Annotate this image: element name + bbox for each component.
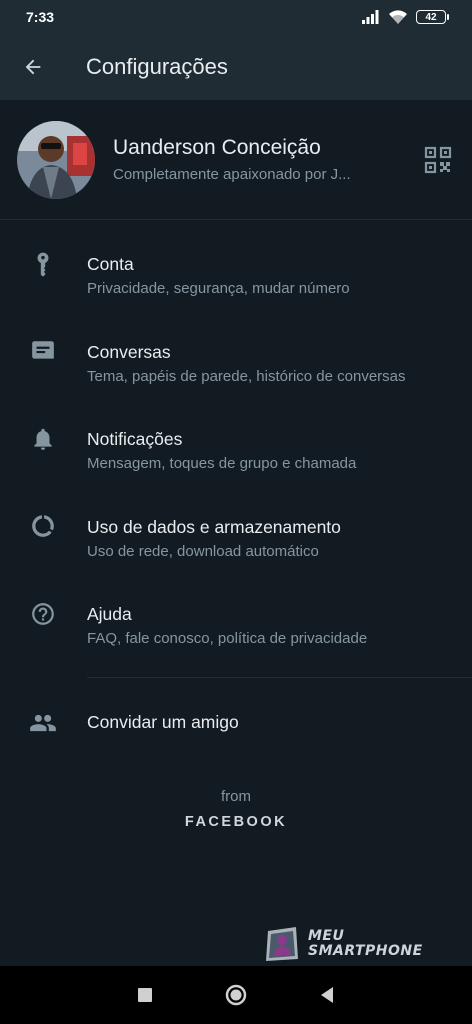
- battery-level: 42: [425, 11, 437, 23]
- page-title: Configurações: [86, 54, 228, 79]
- profile-row[interactable]: Uanderson Conceição Completamente apaixo…: [0, 100, 472, 220]
- profile-name: Uanderson Conceição: [113, 136, 321, 159]
- menu-item-subtitle: FAQ, fale conosco, política de privacida…: [87, 630, 368, 647]
- menu-item-subtitle: Tema, papéis de parede, histórico de con…: [87, 367, 406, 385]
- status-icons: 42: [362, 9, 449, 25]
- menu-item-title: Conversas: [87, 341, 171, 362]
- qr-code-icon: [424, 146, 452, 174]
- footer-from: from: [221, 788, 251, 805]
- avatar[interactable]: [17, 120, 95, 199]
- menu-item-subtitle: Uso de rede, download automático: [87, 542, 319, 560]
- menu-item-conversas[interactable]: Conversas Tema, papéis de parede, histór…: [0, 308, 472, 396]
- battery-icon: 42: [416, 10, 449, 24]
- recents-button[interactable]: [125, 975, 165, 1015]
- menu-item-title: Uso de dados e armazenamento: [87, 516, 341, 537]
- menu-item-dados[interactable]: Uso de dados e armazenamento Uso de rede…: [0, 483, 472, 571]
- menu-item-subtitle: Privacidade, segurança, mudar número: [87, 280, 350, 297]
- recents-icon: [138, 988, 153, 1002]
- people-icon: [28, 708, 58, 738]
- back-icon: [320, 987, 333, 1003]
- signal-icon: [362, 10, 379, 24]
- menu-item-title: Conta: [87, 254, 134, 274]
- qr-code-button[interactable]: [424, 146, 452, 174]
- back-button[interactable]: [0, 34, 66, 100]
- watermark-line2: SMARTPHONE: [308, 943, 423, 959]
- menu-item-ajuda[interactable]: Ajuda FAQ, fale conosco, política de pri…: [0, 570, 472, 658]
- divider: [87, 677, 472, 678]
- menu-item-subtitle: Mensagem, toques de grupo e chamada: [87, 455, 357, 472]
- status-bar: 7:33 42: [0, 0, 472, 34]
- footer-brand: FACEBOOK: [184, 814, 288, 830]
- watermark-logo: MEU SMARTPHONE: [262, 924, 462, 964]
- arrow-back-icon: [25, 59, 41, 75]
- help-icon: [28, 599, 58, 629]
- menu-item-title: Notificações: [87, 429, 183, 449]
- system-nav-bar: [0, 966, 472, 1024]
- menu-item-convidar[interactable]: Convidar um amigo: [0, 690, 472, 756]
- wifi-icon: [389, 9, 407, 24]
- meu-smartphone-logo-icon: [266, 927, 298, 961]
- watermark-line1: MEU: [308, 928, 345, 944]
- home-button[interactable]: [216, 975, 256, 1015]
- menu-item-title: Convidar um amigo: [87, 712, 239, 732]
- menu-item-title: Ajuda: [87, 604, 132, 624]
- back-nav-button[interactable]: [307, 975, 347, 1015]
- key-icon: [28, 249, 58, 279]
- status-time: 7:33: [26, 9, 55, 25]
- menu-item-conta[interactable]: Conta Privacidade, segurança, mudar núme…: [0, 220, 472, 308]
- data-usage-icon: [28, 511, 58, 541]
- menu-item-notificacoes[interactable]: Notificações Mensagem, toques de grupo e…: [0, 395, 472, 483]
- profile-about: Completamente apaixonado por J...: [113, 166, 351, 183]
- app-bar: Configurações: [0, 34, 472, 100]
- home-icon: [225, 984, 247, 1006]
- chat-icon: [28, 336, 58, 366]
- settings-menu: Conta Privacidade, segurança, mudar núme…: [0, 220, 472, 658]
- bell-icon: [28, 424, 58, 454]
